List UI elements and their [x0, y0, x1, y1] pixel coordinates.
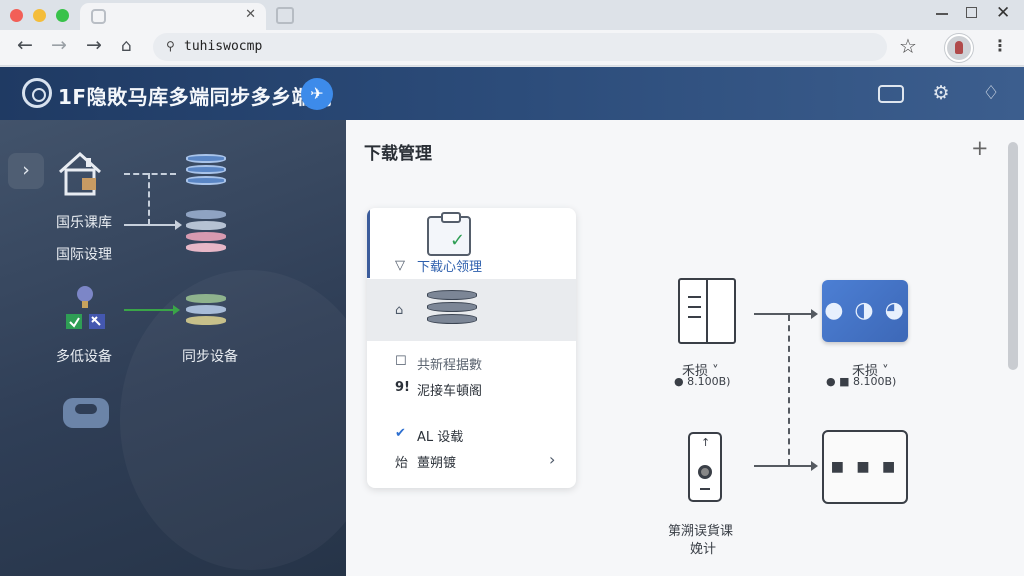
check-icon: ✓: [450, 230, 466, 251]
close-window-dot[interactable]: [10, 9, 23, 22]
maximize-window-dot[interactable]: [56, 9, 69, 22]
phone-button-icon: [698, 465, 712, 479]
back-icon[interactable]: ←: [17, 34, 33, 56]
main-panel: 下载管理 + ✓ ▽ 下载心领理 ⌂ ☐ 共新程据數 9! 泥接车頓阁 ✔ AL…: [346, 120, 1024, 576]
diagram-arrow: [754, 461, 818, 471]
database-icon: [186, 154, 226, 187]
card-item-label: 下载心领理: [417, 260, 483, 275]
house-icon: [58, 151, 102, 196]
minimize-window-dot[interactable]: [33, 9, 46, 22]
screen-icon[interactable]: [877, 79, 905, 107]
plus-icon[interactable]: +: [971, 136, 989, 160]
diagram-arrow: [754, 309, 818, 319]
node-size: ● 8.100B): [674, 375, 731, 388]
card-item-label[interactable]: AL 设载: [417, 426, 463, 445]
site-info-icon[interactable]: ⚲: [166, 39, 175, 53]
devices-icon: [66, 286, 105, 329]
forward-icon[interactable]: →: [51, 34, 67, 56]
scrollbar-thumb[interactable]: [1008, 142, 1018, 370]
sync-stack-icon: [186, 294, 226, 327]
checkbox[interactable]: ☐: [395, 354, 407, 369]
card-item-label: 共新程据數: [417, 358, 483, 373]
sidebar-label-sync-device[interactable]: 同步设备: [182, 346, 238, 366]
sidebar-label-multi-device[interactable]: 多低设备: [56, 346, 112, 366]
menu-kebab-icon[interactable]: ⋮: [992, 36, 1008, 55]
diagram-dashed-line: [788, 315, 790, 465]
storage-node[interactable]: ■ ■ ■: [822, 430, 908, 504]
sidebar: › 国乐课库 国际设理 多低设备 同步设备: [0, 120, 346, 576]
star-icon[interactable]: ☆: [899, 34, 917, 58]
card-item-server[interactable]: ⌂: [367, 279, 576, 341]
bell-icon[interactable]: ♢: [977, 79, 1005, 107]
address-bar[interactable]: ⚲ tuhiswocmp: [153, 33, 887, 61]
new-tab-icon[interactable]: [276, 7, 294, 24]
sync-arrow: [124, 305, 180, 315]
window-maximize-icon[interactable]: [966, 7, 977, 18]
gear-icon[interactable]: ⚙: [927, 79, 955, 107]
upload-arrow-icon: ↑: [701, 436, 711, 449]
node-label: 第溯误貨课: [668, 524, 734, 539]
book-icon: [678, 278, 736, 344]
refresh-icon[interactable]: →: [86, 34, 102, 56]
card-item-label[interactable]: 泥接车頓阁: [417, 380, 482, 399]
window-minimize-icon[interactable]: [936, 13, 948, 15]
chevron-right-icon[interactable]: ›: [549, 450, 555, 469]
tab-favicon-icon: [91, 9, 106, 24]
filter-icon: ▽: [395, 258, 405, 273]
phone-line-icon: [700, 488, 710, 490]
sidebar-glow: [120, 270, 346, 570]
tab-close-icon[interactable]: ✕: [245, 7, 256, 22]
gamepad-icon: [63, 398, 109, 428]
profile-avatar[interactable]: [945, 34, 973, 62]
card-item-prefix: 炲: [395, 456, 409, 471]
connector-arrow: [124, 220, 182, 230]
dashed-connector: [124, 173, 176, 175]
card-item-label[interactable]: 薑朔镀: [417, 452, 456, 471]
server-stack-icon: [186, 210, 226, 254]
app-title: 1F隐敗马库多端同步多乡端同: [58, 85, 333, 109]
sidebar-label-settings[interactable]: 国际设理: [56, 244, 112, 264]
cloud-node-icon[interactable]: ● ◑ ◕: [822, 280, 908, 342]
sync-badge-icon[interactable]: ✈: [301, 78, 333, 110]
card-item-download[interactable]: ✓ ▽ 下载心领理: [367, 208, 576, 278]
active-indicator: [367, 208, 370, 278]
archive-icon: ⌂: [395, 303, 404, 318]
download-card: ✓ ▽ 下载心领理 ⌂ ☐ 共新程据數 9! 泥接车頓阁 ✔ AL 设载 炲 薑…: [367, 208, 576, 488]
chevron-right-icon[interactable]: ›: [8, 153, 44, 189]
browser-tab[interactable]: ✕: [80, 3, 266, 30]
app-logo-icon: [22, 78, 52, 108]
node-size: ● ■ 8.100B): [826, 375, 897, 388]
server-icon: [427, 290, 477, 326]
url-text: tuhiswocmp: [184, 39, 263, 54]
sidebar-label-library[interactable]: 国乐课库: [56, 212, 112, 232]
node-label: 娩计: [690, 542, 717, 557]
window-close-icon[interactable]: ✕: [996, 3, 1010, 23]
page-title: 下载管理: [364, 144, 432, 164]
app-header: 1F隐敗马库多端同步多乡端同 ✈ ⚙ ♢: [0, 67, 1024, 120]
browser-tabbar: ✕ ✕: [0, 0, 1024, 30]
card-item-prefix: 9!: [395, 380, 410, 395]
dashed-connector: [148, 173, 150, 225]
storage-node-dots: ■ ■ ■: [830, 459, 900, 475]
check-circle-icon: ✔: [395, 426, 406, 441]
browser-toolbar: ← → → ⌂ ⚲ tuhiswocmp ☆ ⋮: [0, 30, 1024, 66]
home-icon[interactable]: ⌂: [121, 36, 132, 56]
